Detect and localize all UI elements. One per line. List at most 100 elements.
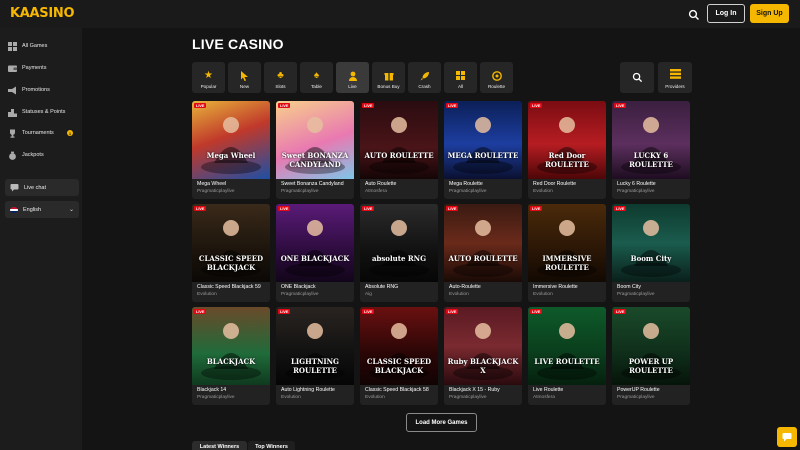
chat-icon: [782, 433, 792, 442]
game-title[interactable]: Sweet Bonanza Candyland: [281, 181, 344, 187]
game-art-title: BLACKJACK: [206, 357, 256, 366]
game-thumbnail[interactable]: LIVE ROULETTE LIVE: [528, 307, 606, 385]
sidebar-item-tournaments[interactable]: Tournaments: [8, 126, 54, 140]
game-thumbnail[interactable]: MEGA ROULETTE LIVE: [444, 101, 522, 179]
game-art-title: Mega Wheel: [206, 151, 256, 160]
game-card[interactable]: CLASSIC SPEED BLACKJACK LIVE Classic Speed…: [360, 307, 438, 405]
tab-table[interactable]: ♠ Table: [300, 62, 333, 93]
game-card[interactable]: BLACKJACK LIVE Blackjack 14 Pragmaticplayli…: [192, 307, 270, 405]
game-thumbnail[interactable]: Red Door ROULETTE LIVE: [528, 101, 606, 179]
game-thumbnail[interactable]: IMMERSIVE ROULETTE LIVE: [528, 204, 606, 282]
game-provider: Pragmaticplaylive: [281, 292, 319, 297]
game-card[interactable]: LUCKY 6 ROULETTE LIVE Lucky 6 Roulette Prag…: [612, 101, 690, 199]
game-artwork: [201, 117, 261, 174]
game-thumbnail[interactable]: Sweet BONANZA CANDYLAND LIVE: [276, 101, 354, 179]
sidebar-item-promotions[interactable]: Promotions: [8, 83, 50, 97]
game-title[interactable]: Lucky 6 Roulette: [617, 181, 656, 187]
sidebar-item-jackpots[interactable]: Jackpots: [8, 148, 44, 162]
providers-button[interactable]: Providers: [658, 62, 692, 93]
game-card[interactable]: POWER UP ROULETTE LIVE PowerUP Roulette Pra…: [612, 307, 690, 405]
game-title[interactable]: Blackjack X 15 - Ruby: [449, 387, 500, 393]
tab-roulette[interactable]: Roulette: [480, 62, 513, 93]
game-thumbnail[interactable]: AUTO ROULETTE LIVE: [444, 204, 522, 282]
live-badge: LIVE: [530, 206, 543, 211]
game-card[interactable]: Red Door ROULETTE LIVE Red Door Roulette Ev…: [528, 101, 606, 199]
game-search-button[interactable]: [620, 62, 654, 93]
game-card[interactable]: absolute RNG LIVE Absolute RNG Aig: [360, 204, 438, 302]
game-title[interactable]: Mega Roulette: [449, 181, 483, 187]
game-thumbnail[interactable]: Ruby BLACKJACK X LIVE: [444, 307, 522, 385]
tab-popular[interactable]: ★ Popular: [192, 62, 225, 93]
sidebar-item-payments[interactable]: Payments: [8, 61, 46, 75]
tab-all[interactable]: All: [444, 62, 477, 93]
game-thumbnail[interactable]: absolute RNG LIVE: [360, 204, 438, 282]
game-thumbnail[interactable]: ONE BLACKJACK LIVE: [276, 204, 354, 282]
game-card[interactable]: CLASSIC SPEED BLACKJACK LIVE Classic Speed…: [192, 204, 270, 302]
game-art-title: ONE BLACKJACK: [280, 254, 350, 263]
grid-icon: [455, 70, 466, 81]
game-title[interactable]: Mega Wheel: [197, 181, 226, 187]
game-thumbnail[interactable]: CLASSIC SPEED BLACKJACK LIVE: [360, 307, 438, 385]
game-art-title: LIGHTNING ROULETTE: [290, 357, 340, 375]
game-thumbnail[interactable]: LUCKY 6 ROULETTE LIVE: [612, 101, 690, 179]
game-card[interactable]: AUTO ROULETTE LIVE Auto Roulette Atmosfera: [360, 101, 438, 199]
game-title[interactable]: Blackjack 14: [197, 387, 226, 393]
roulette-icon: [491, 70, 502, 81]
game-title[interactable]: Auto Lightning Roulette: [281, 387, 335, 393]
game-art-title: AUTO ROULETTE: [448, 254, 518, 263]
sidebar-item-all-games[interactable]: All Games: [8, 39, 47, 53]
game-card[interactable]: Ruby BLACKJACK X LIVE Blackjack X 15 - Rub…: [444, 307, 522, 405]
game-artwork: [369, 117, 429, 174]
sidebar-item-label: Payments: [22, 65, 47, 71]
game-title[interactable]: Auto-Roulette: [449, 284, 481, 290]
game-title[interactable]: Absolute RNG: [365, 284, 398, 290]
game-thumbnail[interactable]: CLASSIC SPEED BLACKJACK LIVE: [192, 204, 270, 282]
live-badge: LIVE: [530, 309, 543, 314]
game-card[interactable]: Mega Wheel LIVE Mega Wheel Pragmaticplayliv…: [192, 101, 270, 199]
game-card[interactable]: IMMERSIVE ROULETTE LIVE Immersive Roulette…: [528, 204, 606, 302]
sidebar-item-statuses-points[interactable]: Statuses & Points: [8, 105, 65, 119]
tab-crash[interactable]: Crash: [408, 62, 441, 93]
live-chat-button[interactable]: Live chat: [5, 179, 79, 196]
tab-new[interactable]: New: [228, 62, 261, 93]
tab-live[interactable]: Live: [336, 62, 369, 93]
kaasino-logo[interactable]: KAASINO: [10, 6, 75, 21]
game-title[interactable]: Live Roulette: [533, 387, 563, 393]
game-thumbnail[interactable]: Mega Wheel LIVE: [192, 101, 270, 179]
game-artwork: [453, 220, 513, 277]
game-card[interactable]: Boom City LIVE Boom City Pragmaticplaylive: [612, 204, 690, 302]
chat-fab-button[interactable]: [777, 427, 797, 447]
game-card[interactable]: AUTO ROULETTE LIVE Auto-Roulette Evolution: [444, 204, 522, 302]
spade-icon: ♠: [313, 69, 320, 81]
game-card[interactable]: ONE BLACKJACK LIVE ONE Blackjack Pragmaticp…: [276, 204, 354, 302]
language-selector[interactable]: English ⌄: [5, 201, 79, 218]
game-title[interactable]: Auto Roulette: [365, 181, 396, 187]
game-card[interactable]: LIGHTNING ROULETTE LIVE Auto Lightning Rou…: [276, 307, 354, 405]
game-title[interactable]: Classic Speed Blackjack 58: [365, 387, 429, 393]
game-thumbnail[interactable]: AUTO ROULETTE LIVE: [360, 101, 438, 179]
game-card[interactable]: Sweet BONANZA CANDYLAND LIVE Sweet Bonanza…: [276, 101, 354, 199]
game-title[interactable]: Classic Speed Blackjack 59: [197, 284, 261, 290]
game-art-title: Ruby BLACKJACK X: [447, 357, 519, 375]
game-title[interactable]: Red Door Roulette: [533, 181, 576, 187]
game-thumbnail[interactable]: Boom City LIVE: [612, 204, 690, 282]
load-more-button[interactable]: Load More Games: [406, 413, 477, 432]
game-card[interactable]: MEGA ROULETTE LIVE Mega Roulette Pragmaticp…: [444, 101, 522, 199]
game-title[interactable]: ONE Blackjack: [281, 284, 316, 290]
game-title[interactable]: PowerUP Roulette: [617, 387, 660, 393]
login-button[interactable]: Log In: [707, 4, 745, 23]
category-label: All: [457, 84, 464, 89]
game-thumbnail[interactable]: LIGHTNING ROULETTE LIVE: [276, 307, 354, 385]
tab-bonus-buy[interactable]: Bonus Buy: [372, 62, 405, 93]
tab-slots[interactable]: ♣ Slots: [264, 62, 297, 93]
tab-top-winners[interactable]: Top Winners: [248, 441, 295, 450]
game-thumbnail[interactable]: BLACKJACK LIVE: [192, 307, 270, 385]
signup-button[interactable]: Sign Up: [750, 4, 789, 23]
game-title[interactable]: Boom City: [617, 284, 641, 290]
game-thumbnail[interactable]: POWER UP ROULETTE LIVE: [612, 307, 690, 385]
tab-latest-winners[interactable]: Latest Winners: [192, 441, 247, 450]
game-artwork: [201, 323, 261, 380]
game-title[interactable]: Immersive Roulette: [533, 284, 578, 290]
game-card[interactable]: LIVE ROULETTE LIVE Live Roulette Atmosfera: [528, 307, 606, 405]
search-icon[interactable]: [688, 8, 700, 20]
